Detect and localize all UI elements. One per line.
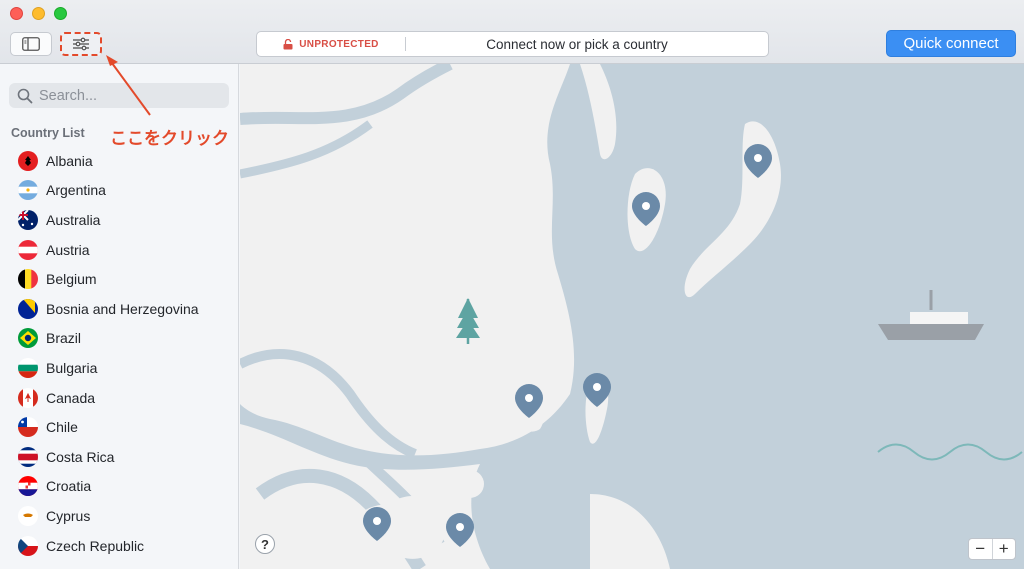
world-map[interactable] — [240, 64, 1024, 569]
australia-flag-icon — [18, 209, 38, 230]
country-name: Brazil — [46, 330, 82, 347]
brazil-flag-icon — [18, 328, 38, 349]
country-item-canada[interactable]: Canada — [0, 383, 238, 413]
albania-flag-icon — [18, 150, 38, 171]
belgium-flag-icon — [18, 269, 38, 290]
country-item-austria[interactable]: Austria — [0, 235, 238, 265]
status-message: Connect now or pick a country — [486, 36, 668, 52]
help-button[interactable]: ? — [255, 534, 275, 554]
cyprus-flag-icon — [18, 505, 38, 526]
country-name: Australia — [46, 211, 101, 228]
country-item-bosnia[interactable]: Bosnia and Herzegovina — [0, 294, 238, 324]
zoom-in-button[interactable]: + — [993, 539, 1016, 559]
canada-flag-icon — [18, 387, 38, 408]
annotation-label: ここをクリック — [110, 129, 229, 148]
croatia-flag-icon — [18, 476, 38, 497]
country-name: Austria — [46, 241, 90, 258]
country-item-cyprus[interactable]: Cyprus — [0, 501, 238, 531]
country-name: Czech Republic — [46, 537, 145, 554]
unlocked-padlock-icon — [283, 38, 293, 49]
argentina-flag-icon — [18, 180, 38, 201]
country-item-chile[interactable]: Chile — [0, 412, 238, 442]
country-item-bulgaria[interactable]: Bulgaria — [0, 353, 238, 383]
country-name: Bosnia and Herzegovina — [46, 300, 199, 317]
country-item-brazil[interactable]: Brazil — [0, 324, 238, 354]
bosnia-flag-icon — [18, 298, 38, 319]
country-list: Albania Argentina Australia Austria Belgium B… — [0, 146, 238, 561]
zoom-control: − + — [968, 538, 1016, 560]
chile-flag-icon — [18, 417, 38, 438]
country-item-argentina[interactable]: Argentina — [0, 176, 238, 206]
country-item-australia[interactable]: Australia — [0, 205, 238, 235]
connection-status-bar[interactable]: UNPROTECTED Connect now or pick a countr… — [256, 31, 769, 57]
bulgaria-flag-icon — [18, 357, 38, 378]
country-name: Belgium — [46, 271, 97, 288]
country-item-belgium[interactable]: Belgium — [0, 264, 238, 294]
protection-status: UNPROTECTED — [257, 38, 405, 50]
country-name: Argentina — [46, 182, 106, 199]
country-item-albania[interactable]: Albania — [0, 146, 238, 176]
country-item-czech[interactable]: Czech Republic — [0, 531, 238, 561]
czech-flag-icon — [18, 535, 38, 556]
austria-flag-icon — [18, 239, 38, 260]
country-item-costa-rica[interactable]: Costa Rica — [0, 442, 238, 472]
country-item-croatia[interactable]: Croatia — [0, 472, 238, 502]
quick-connect-button[interactable]: Quick connect — [886, 30, 1016, 57]
country-name: Costa Rica — [46, 448, 115, 465]
country-name: Albania — [46, 152, 93, 169]
country-name: Chile — [46, 419, 78, 436]
country-name: Canada — [46, 389, 96, 406]
costa-rica-flag-icon — [18, 446, 38, 467]
map-canvas — [240, 64, 1024, 569]
country-name: Croatia — [46, 478, 92, 495]
country-name: Bulgaria — [46, 359, 98, 376]
zoom-out-button[interactable]: − — [969, 539, 993, 559]
country-name: Cyprus — [46, 507, 91, 524]
status-label: UNPROTECTED — [299, 38, 379, 50]
